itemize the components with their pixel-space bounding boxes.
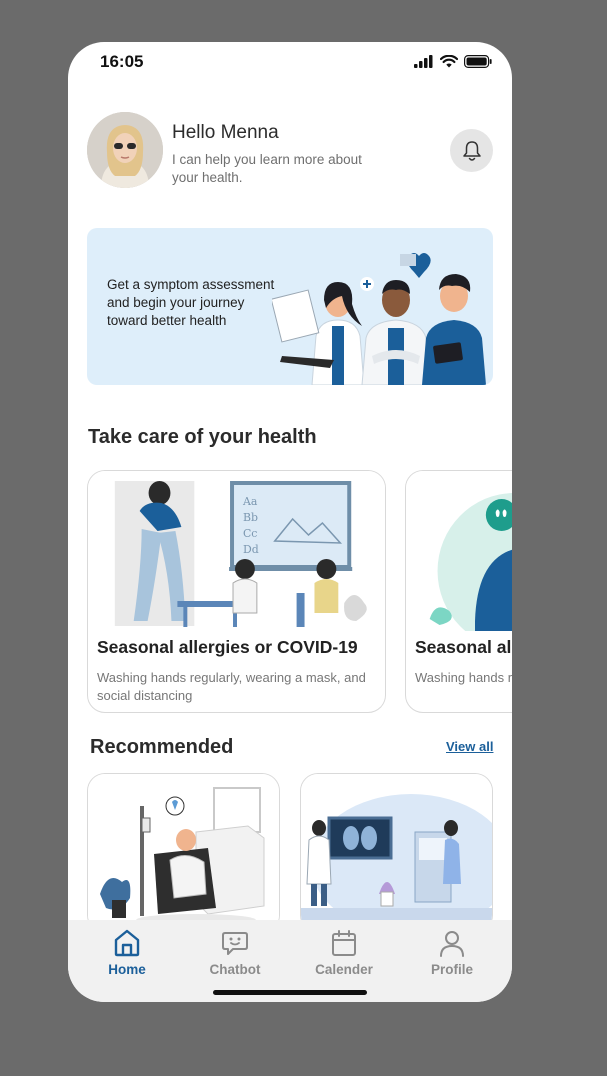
recommended-card[interactable] bbox=[87, 773, 280, 933]
greeting-subtext: I can help you learn more about your hea… bbox=[172, 152, 362, 185]
status-icons bbox=[414, 55, 492, 68]
symptom-assessment-banner[interactable]: Get a symptom assessment and begin your … bbox=[87, 228, 493, 385]
view-all-link[interactable]: View all bbox=[446, 739, 493, 754]
profile-icon bbox=[440, 931, 464, 957]
greeting-title: Hello Menna bbox=[172, 122, 279, 143]
svg-text:Aa: Aa bbox=[242, 495, 258, 508]
banner-text: Get a symptom assessment and begin your … bbox=[107, 277, 275, 328]
svg-text:Dd: Dd bbox=[243, 543, 259, 556]
nav-item-profile[interactable]: Profile bbox=[407, 928, 497, 977]
health-card[interactable]: Aa Bb Cc Dd Seasonal allergies or COVID-… bbox=[87, 470, 386, 713]
recommended-title: Recommended bbox=[90, 736, 234, 758]
signal-icon bbox=[414, 55, 433, 68]
health-section-title: Take care of your health bbox=[88, 426, 317, 448]
covid-illustration: Aa Bb Cc Dd bbox=[88, 471, 385, 631]
chemotherapy-illustration bbox=[88, 774, 279, 932]
card-description: Washing hands r social distancing bbox=[415, 670, 512, 685]
svg-text:Cc: Cc bbox=[243, 527, 257, 540]
home-icon bbox=[114, 929, 140, 957]
status-bar: 16:05 bbox=[68, 42, 512, 82]
chat-icon bbox=[222, 932, 248, 955]
home-indicator bbox=[213, 990, 367, 995]
nav-label: Profile bbox=[430, 962, 473, 977]
allergy-illustration bbox=[406, 471, 512, 631]
card-title: Seasonal allergies or COVID-19 bbox=[97, 637, 358, 657]
nav-label: Calender bbox=[315, 962, 373, 977]
nav-item-chatbot[interactable]: Chatbot bbox=[190, 928, 280, 977]
bell-icon bbox=[462, 140, 481, 161]
status-time: 16:05 bbox=[100, 52, 144, 71]
card-title: Seasonal all bbox=[415, 637, 512, 657]
card-description: Washing hands regularly, wearing a mask,… bbox=[97, 670, 366, 703]
notification-button[interactable] bbox=[450, 129, 493, 172]
doctors-illustration bbox=[272, 253, 486, 385]
phone-screen: 16:05 Hello Menna I can help you learn m… bbox=[68, 42, 512, 1002]
avatar[interactable] bbox=[87, 112, 163, 188]
calendar-icon bbox=[332, 930, 356, 956]
health-card[interactable]: Seasonal all Washing hands r social dist… bbox=[405, 470, 512, 713]
recommended-card[interactable] bbox=[300, 773, 493, 933]
nav-label: Chatbot bbox=[209, 962, 261, 977]
xray-illustration bbox=[301, 774, 492, 932]
nav-item-calender[interactable]: Calender bbox=[299, 928, 389, 977]
svg-text:Bb: Bb bbox=[243, 511, 258, 524]
nav-item-home[interactable]: Home bbox=[82, 928, 172, 977]
nav-label: Home bbox=[108, 962, 146, 977]
avatar-image bbox=[87, 112, 163, 188]
battery-icon bbox=[464, 55, 492, 68]
wifi-icon bbox=[440, 55, 458, 68]
